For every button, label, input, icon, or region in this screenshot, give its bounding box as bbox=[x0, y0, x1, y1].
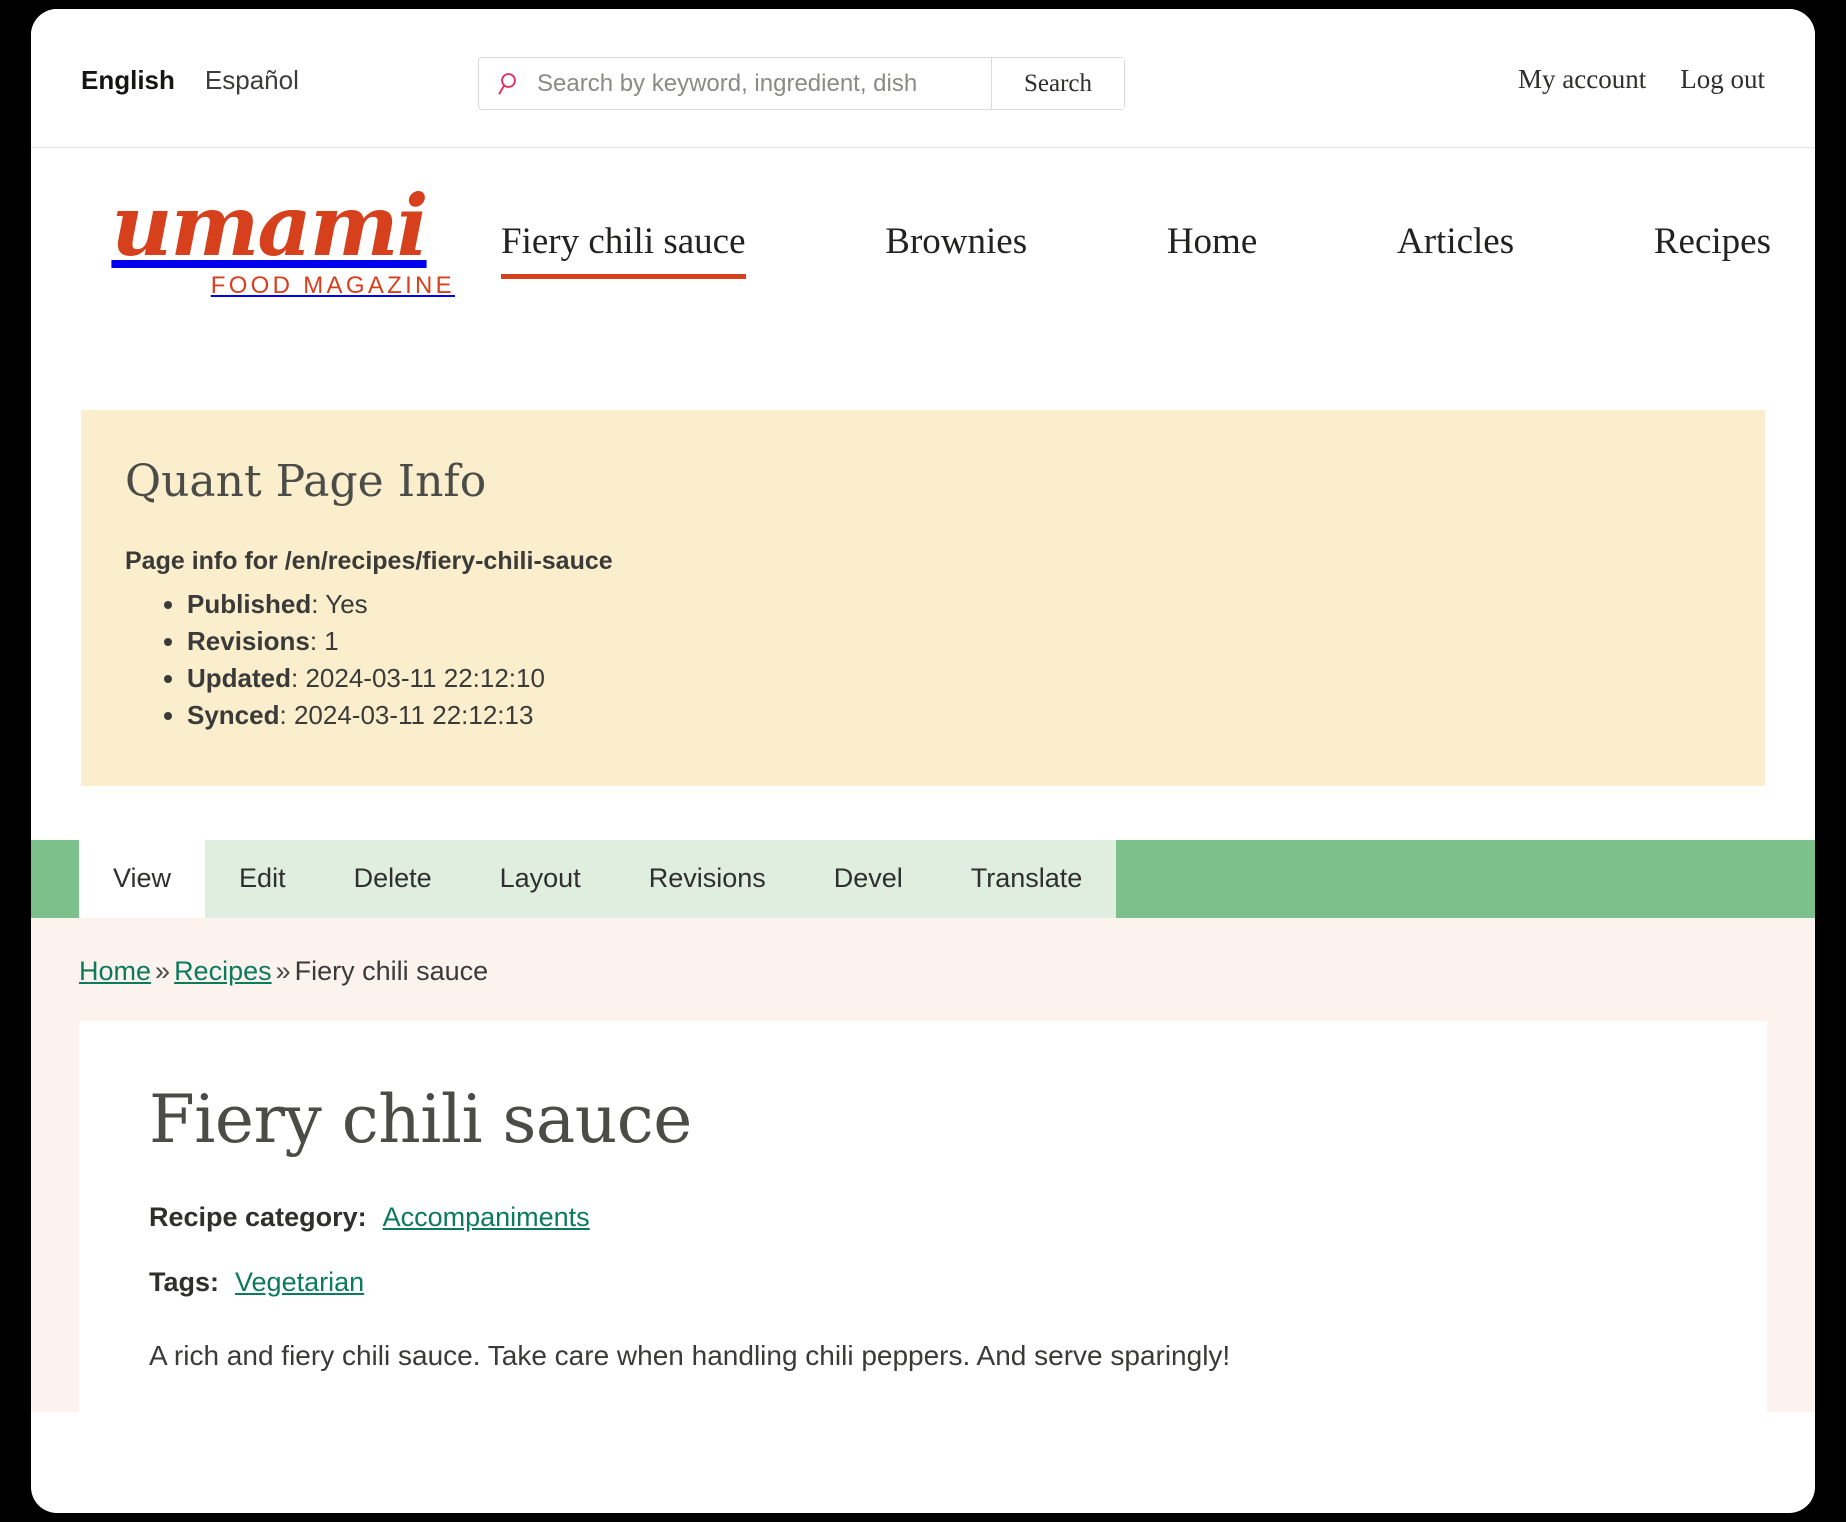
info-value: Yes bbox=[325, 589, 367, 619]
page-title: Fiery chili sauce bbox=[149, 1081, 1697, 1158]
quant-page-info-panel: Quant Page Info Page info for /en/recipe… bbox=[81, 410, 1765, 786]
breadcrumb-link-home[interactable]: Home bbox=[79, 956, 151, 986]
search-form: Search bbox=[478, 57, 1125, 110]
screen: English Español Search My account Log ou… bbox=[0, 0, 1846, 1522]
info-label: Published bbox=[187, 589, 311, 619]
breadcrumb-separator: » bbox=[276, 956, 291, 986]
tab-edit[interactable]: Edit bbox=[205, 840, 320, 918]
browser-page: English Español Search My account Log ou… bbox=[31, 9, 1815, 1513]
search-field bbox=[479, 58, 991, 109]
info-value: 1 bbox=[324, 626, 338, 656]
info-item-revisions: Revisions: 1 bbox=[187, 623, 1721, 660]
quant-page-info-title: Quant Page Info bbox=[125, 456, 1721, 507]
breadcrumb: Home»Recipes»Fiery chili sauce bbox=[79, 956, 1767, 987]
quant-page-info-heading: Page info for /en/recipes/fiery-chili-sa… bbox=[125, 547, 1721, 576]
admin-tabs-bar: View Edit Delete Layout Revisions Devel … bbox=[31, 840, 1815, 918]
article-card: Fiery chili sauce Recipe category: Accom… bbox=[79, 1021, 1767, 1412]
tags-row: Tags: Vegetarian bbox=[149, 1267, 1697, 1298]
main-navigation: Fiery chili sauce Brownies Home Articles… bbox=[501, 220, 1771, 279]
info-value: 2024-03-11 22:12:10 bbox=[305, 663, 545, 693]
tab-revisions[interactable]: Revisions bbox=[615, 840, 800, 918]
info-item-synced: Synced: 2024-03-11 22:12:13 bbox=[187, 697, 1721, 734]
logo-wordmark: umami bbox=[79, 186, 459, 266]
account-links: My account Log out bbox=[1518, 64, 1765, 95]
quant-page-info-region: Quant Page Info Page info for /en/recipe… bbox=[31, 362, 1815, 840]
brand-bar: umami FOOD MAGAZINE Fiery chili sauce Br… bbox=[31, 148, 1815, 362]
tab-view[interactable]: View bbox=[79, 840, 205, 918]
nav-item-recipes[interactable]: Recipes bbox=[1654, 220, 1771, 279]
tab-translate[interactable]: Translate bbox=[937, 840, 1117, 918]
info-value: 2024-03-11 22:12:13 bbox=[294, 700, 534, 730]
site-logo[interactable]: umami FOOD MAGAZINE bbox=[79, 186, 459, 300]
utility-bar: English Español Search My account Log ou… bbox=[31, 9, 1815, 148]
info-label: Revisions bbox=[187, 626, 310, 656]
breadcrumb-separator: » bbox=[155, 956, 170, 986]
language-link-espanol[interactable]: Español bbox=[205, 65, 299, 96]
tab-devel[interactable]: Devel bbox=[800, 840, 937, 918]
tab-layout[interactable]: Layout bbox=[466, 840, 615, 918]
logo-tagline: FOOD MAGAZINE bbox=[79, 272, 459, 300]
breadcrumb-link-recipes[interactable]: Recipes bbox=[174, 956, 272, 986]
info-item-published: Published: Yes bbox=[187, 586, 1721, 623]
info-label: Synced bbox=[187, 700, 280, 730]
tags-label: Tags: bbox=[149, 1267, 219, 1298]
content-region: Home»Recipes»Fiery chili sauce Fiery chi… bbox=[31, 918, 1815, 1412]
language-link-english[interactable]: English bbox=[81, 65, 175, 96]
log-out-link[interactable]: Log out bbox=[1680, 64, 1765, 95]
recipe-category-label: Recipe category: bbox=[149, 1202, 367, 1233]
recipe-category-row: Recipe category: Accompaniments bbox=[149, 1202, 1697, 1233]
nav-item-home[interactable]: Home bbox=[1167, 220, 1257, 279]
admin-tabs: View Edit Delete Layout Revisions Devel … bbox=[79, 840, 1116, 918]
tab-delete[interactable]: Delete bbox=[320, 840, 466, 918]
my-account-link[interactable]: My account bbox=[1518, 64, 1646, 95]
search-input[interactable] bbox=[537, 70, 991, 98]
recipe-category-link[interactable]: Accompaniments bbox=[383, 1202, 590, 1233]
search-icon bbox=[497, 71, 523, 97]
nav-item-brownies[interactable]: Brownies bbox=[885, 220, 1027, 279]
info-label: Updated bbox=[187, 663, 291, 693]
breadcrumb-current: Fiery chili sauce bbox=[295, 956, 489, 986]
nav-item-articles[interactable]: Articles bbox=[1397, 220, 1514, 279]
quant-page-info-list: Published: Yes Revisions: 1 Updated: 202… bbox=[187, 586, 1721, 734]
info-item-updated: Updated: 2024-03-11 22:12:10 bbox=[187, 660, 1721, 697]
search-button[interactable]: Search bbox=[991, 58, 1124, 109]
tag-link-vegetarian[interactable]: Vegetarian bbox=[235, 1267, 364, 1298]
language-switcher: English Español bbox=[81, 65, 299, 96]
nav-item-fiery-chili-sauce[interactable]: Fiery chili sauce bbox=[501, 220, 746, 279]
article-body: A rich and fiery chili sauce. Take care … bbox=[149, 1340, 1697, 1372]
